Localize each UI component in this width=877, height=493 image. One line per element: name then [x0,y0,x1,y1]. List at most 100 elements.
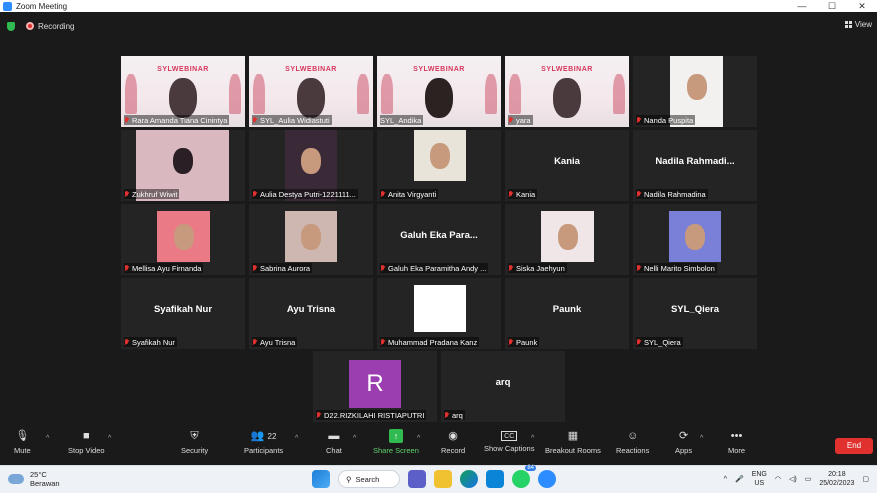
language-indicator[interactable]: ENG US [752,470,767,488]
teams-chat-icon[interactable] [408,470,426,488]
end-meeting-button[interactable]: End [835,438,873,454]
participant-name-label: Anita Virgyanti [380,189,439,199]
tray-mic-icon[interactable]: 🎤 [735,475,744,483]
weather-condition: Berawan [30,479,60,488]
banner-tree-decoration [229,74,241,114]
whatsapp-icon[interactable]: 84 [512,465,536,488]
security-button[interactable]: ⛨ Security [181,429,208,463]
clock[interactable]: 20:18 25/02/2023 [819,470,854,488]
participant-tile[interactable]: Paunk Paunk [505,278,629,349]
participant-tile[interactable]: arq arq [441,351,565,422]
participant-face [297,78,325,118]
participant-tile[interactable]: Ayu Trisna Ayu Trisna [249,278,373,349]
participant-tile[interactable]: SYLWEBINAR yara [505,56,629,127]
system-tray: ^ 🎤 ENG US ◠ ◁) ▭ 20:18 25/02/2023 ▢ [724,470,869,488]
meeting-toolbar: 🎙 Mute ^ ■ Stop Video ^ ⛨ Security 👥 22 … [0,425,877,465]
show-captions-button[interactable]: CC Show Captions [484,429,534,463]
participant-tile[interactable]: SYLWEBINAR SYL_Andika [377,56,501,127]
recording-indicator[interactable]: Recording [26,20,74,32]
edge-browser-icon[interactable] [460,470,478,488]
more-button[interactable]: ••• More [728,429,745,463]
participant-tile[interactable]: Siska Jaehyun [505,204,629,275]
participant-tile[interactable]: Nelli Marito Simbolon [633,204,757,275]
participant-tile[interactable]: Syafikah Nur Syafikah Nur [121,278,245,349]
captions-chevron-icon[interactable]: ^ [531,435,534,442]
windows-start-icon[interactable] [312,470,330,488]
participant-tile[interactable]: Zukhruf Wiwit [121,130,245,201]
file-explorer-icon[interactable] [434,470,452,488]
participant-face [685,223,705,250]
chat-chevron-icon[interactable]: ^ [353,435,356,442]
window-title: Zoom Meeting [16,1,68,11]
video-feed [285,211,337,262]
video-feed [414,285,466,332]
apps-button[interactable]: ⟳ Apps [675,429,692,463]
video-options-chevron-icon[interactable]: ^ [108,435,111,442]
participant-name: Ayu Trisna [260,337,296,347]
record-button[interactable]: ◉ Record [441,429,465,463]
participants-chevron-icon[interactable]: ^ [295,435,298,442]
participant-tile[interactable]: Nadila Rahmadi... Nadila Rahmadina [633,130,757,201]
participant-tile[interactable]: Nanda Puspita [633,56,757,127]
participant-display-name: Galuh Eka Para... [400,230,478,241]
audio-options-chevron-icon[interactable]: ^ [46,435,49,442]
participant-tile[interactable]: Galuh Eka Para... Galuh Eka Paramitha And… [377,204,501,275]
participant-tile[interactable]: Kania Kania [505,130,629,201]
notification-icon[interactable]: ▢ [862,475,869,483]
maximize-button[interactable]: ☐ [817,0,847,12]
participant-tile[interactable]: Anita Virgyanti [377,130,501,201]
muted-microphone-icon [636,264,642,272]
mute-button[interactable]: 🎙 Mute [14,429,31,463]
view-button[interactable]: View [844,20,872,29]
participant-name-label: Paunk [508,337,540,347]
participant-tile[interactable]: Sabrina Aurora [249,204,373,275]
reactions-button[interactable]: ☺ Reactions [616,429,649,463]
breakout-rooms-button[interactable]: ▦ Breakout Rooms [545,429,601,463]
breakout-rooms-label: Breakout Rooms [545,446,601,455]
participant-name-label: D22.RIZKILAHI RISTIAPUTRI [316,410,427,420]
participants-button[interactable]: 👥 22 Participants [244,429,283,463]
muted-microphone-icon [252,338,258,346]
muted-microphone-icon [252,190,258,198]
taskbar-search[interactable]: ⚲ Search [338,470,400,488]
chat-button[interactable]: ▬ Chat [326,429,342,463]
participant-face [686,73,707,100]
participant-name: Sabrina Aurora [260,263,311,273]
battery-icon[interactable]: ▭ [805,475,812,483]
close-button[interactable]: ✕ [847,0,877,12]
participant-tile[interactable]: Muhammad Pradana Kanz [377,278,501,349]
stop-video-button[interactable]: ■ Stop Video [68,429,105,463]
volume-icon[interactable]: ◁) [789,475,797,483]
participants-icon: 👥 22 [250,430,277,442]
recording-label: Recording [38,21,75,31]
record-label: Record [441,446,466,455]
video-feed [541,211,594,262]
banner-text: SYLWEBINAR [157,66,209,73]
tray-overflow-chevron-icon[interactable]: ^ [724,476,727,483]
participant-tile[interactable]: Mellisa Ayu Firnanda [121,204,245,275]
participant-tile[interactable]: SYLWEBINAR SYL_Aulia Widiastuti [249,56,373,127]
share-screen-button[interactable]: ↑ Share Screen [373,429,419,463]
participant-name: D22.RIZKILAHI RISTIAPUTRI [324,410,425,420]
participant-tile[interactable]: SYL_Qiera SYL_Qiera [633,278,757,349]
record-icon: ◉ [448,430,458,442]
participant-tile[interactable]: Aulia Destya Putri-1221111... [249,130,373,201]
share-screen-label: Share Screen [373,446,419,455]
chat-bubble-icon: ▬ [328,430,340,442]
participant-tile[interactable]: SYLWEBINAR Rara Amanda Tiana Cinintya [121,56,245,127]
participant-name-label: Galuh Eka Paramitha Andy ... [380,263,489,273]
microsoft-store-icon[interactable] [486,470,504,488]
chat-label: Chat [326,446,342,455]
encryption-shield-icon[interactable] [7,22,15,31]
banner-text: SYLWEBINAR [285,66,337,73]
participant-name: Paunk [516,337,538,347]
participant-tile[interactable]: R D22.RIZKILAHI RISTIAPUTRI [313,351,437,422]
apps-chevron-icon[interactable]: ^ [700,435,703,442]
share-chevron-icon[interactable]: ^ [417,435,420,442]
zoom-icon[interactable] [538,470,556,488]
weather-widget[interactable]: 25°C Berawan [8,470,60,488]
minimize-button[interactable]: — [787,0,817,12]
apps-label: Apps [675,446,693,455]
participant-name-label: SYL_Qiera [636,337,683,347]
wifi-icon[interactable]: ◠ [775,475,781,483]
